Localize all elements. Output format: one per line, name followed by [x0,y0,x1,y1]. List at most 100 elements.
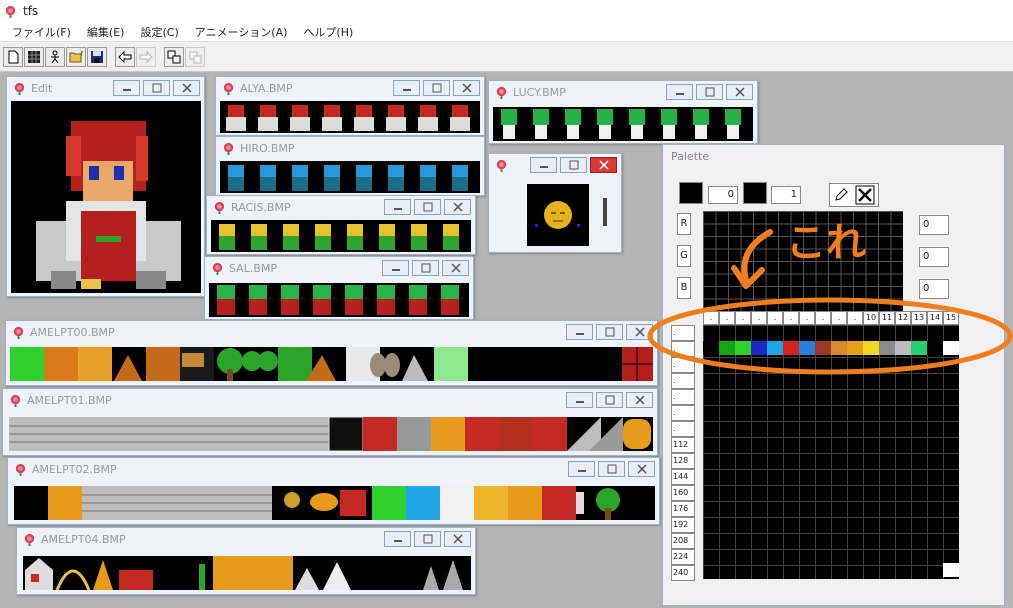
forward-button[interactable] [136,46,156,67]
minimize-button[interactable] [382,260,409,276]
racis-window: RACIS.BMP [206,195,476,255]
rose-icon [24,533,35,546]
toolbar [0,42,1013,72]
lucy-sprite-strip[interactable] [493,107,753,141]
hiro-sprites-image [228,165,468,191]
maximize-button[interactable] [596,324,623,340]
save-button[interactable] [87,46,107,67]
palette-color-7[interactable] [815,341,831,355]
blue-value-input[interactable]: 0 [919,279,949,299]
amelpt02-window-title: AMELPT02.BMP [32,463,117,476]
amelpt04-tile-strip[interactable] [23,556,471,590]
preview-window [488,153,622,253]
column-label: . [815,311,831,325]
open-folder-button[interactable] [66,46,86,67]
maximize-button[interactable] [696,84,723,100]
maximize-button[interactable] [143,80,170,96]
palette-color-10[interactable] [863,341,879,355]
row-label: 112 [671,437,695,453]
amelpt04-window: AMELPT04.BMP [16,527,476,595]
minimize-button[interactable] [530,157,557,173]
menu-settings[interactable]: 設定(C) [132,24,186,40]
foreground-index: 0 [708,186,738,204]
minimize-button[interactable] [113,80,140,96]
palette-color-5[interactable] [783,341,799,355]
maximize-button[interactable] [596,392,623,408]
amelpt00-tile-strip[interactable] [10,347,653,381]
rose-icon [496,86,507,99]
menu-help[interactable]: ヘルプ(H) [295,24,361,40]
minimize-button[interactable] [566,392,593,408]
minimize-icon [575,401,584,403]
scrollbar-thumb[interactable] [603,198,607,226]
new-file-button[interactable] [3,46,23,67]
column-label: 14 [927,311,943,325]
racis-sprite-strip[interactable] [211,220,471,252]
close-button[interactable] [173,80,200,96]
sal-sprite-strip[interactable] [209,283,469,317]
minimize-button[interactable] [568,461,595,477]
palette-grid[interactable] [703,325,959,579]
palette-color-15[interactable] [943,341,959,355]
maximize-button[interactable] [598,461,625,477]
red-value-input[interactable]: 0 [919,215,949,235]
close-button[interactable] [444,531,471,547]
palette-color-14[interactable] [927,341,943,355]
palette-color-4[interactable] [767,341,783,355]
close-button[interactable] [442,260,469,276]
palette-color-6[interactable] [799,341,815,355]
minimize-button[interactable] [384,199,411,215]
grid-button[interactable] [24,46,44,67]
amelpt02-titlebar: AMELPT02.BMP [8,458,659,481]
pencil-icon[interactable] [833,187,849,203]
minimize-button[interactable] [666,84,693,100]
maximize-button[interactable] [412,260,439,276]
alya-sprite-strip[interactable] [220,101,480,133]
palette-color-12[interactable] [895,341,911,355]
back-button[interactable] [115,46,135,67]
close-button[interactable] [453,80,480,96]
amelpt02-tile-strip[interactable] [14,486,655,520]
close-button[interactable] [444,199,471,215]
close-button[interactable] [726,84,753,100]
close-button[interactable] [626,324,653,340]
close-button[interactable] [628,461,655,477]
maximize-button[interactable] [414,199,441,215]
maximize-icon [432,83,441,93]
minimize-icon [575,333,584,335]
palette-color-11[interactable] [879,341,895,355]
palette-color-13[interactable] [911,341,927,355]
minimize-button[interactable] [566,324,593,340]
maximize-button[interactable] [560,157,587,173]
sal-sprites-image [217,285,459,315]
maximize-button[interactable] [423,80,450,96]
cross-tool-icon[interactable] [855,185,875,205]
green-value-input[interactable]: 0 [919,247,949,267]
copy-button[interactable] [164,46,184,67]
menu-animation[interactable]: アニメーション(A) [187,24,296,40]
menu-edit[interactable]: 編集(E) [79,24,133,40]
edit-canvas[interactable] [11,101,201,293]
minimize-button[interactable] [393,80,420,96]
palette-color-8[interactable] [831,341,847,355]
scroll-up-marker[interactable] [989,325,999,335]
foreground-swatch[interactable] [679,182,703,204]
figure-button[interactable] [45,46,65,67]
palette-color-1[interactable] [719,341,735,355]
amelpt01-tile-strip[interactable] [9,417,653,451]
minimize-button[interactable] [384,531,411,547]
column-label: . [719,311,735,325]
palette-color-9[interactable] [847,341,863,355]
palette-color-2[interactable] [735,341,751,355]
paste-button[interactable] [185,46,205,67]
palette-color-0[interactable] [703,341,719,355]
annotation-text: これ [786,220,866,266]
palette-color-3[interactable] [751,341,767,355]
maximize-button[interactable] [414,531,441,547]
background-swatch[interactable] [743,182,767,204]
menu-file[interactable]: ファイル(F) [4,24,79,40]
close-button[interactable] [626,392,653,408]
palette-color-255[interactable] [943,563,959,577]
hiro-sprite-strip[interactable] [220,161,480,193]
close-button[interactable] [590,157,617,173]
